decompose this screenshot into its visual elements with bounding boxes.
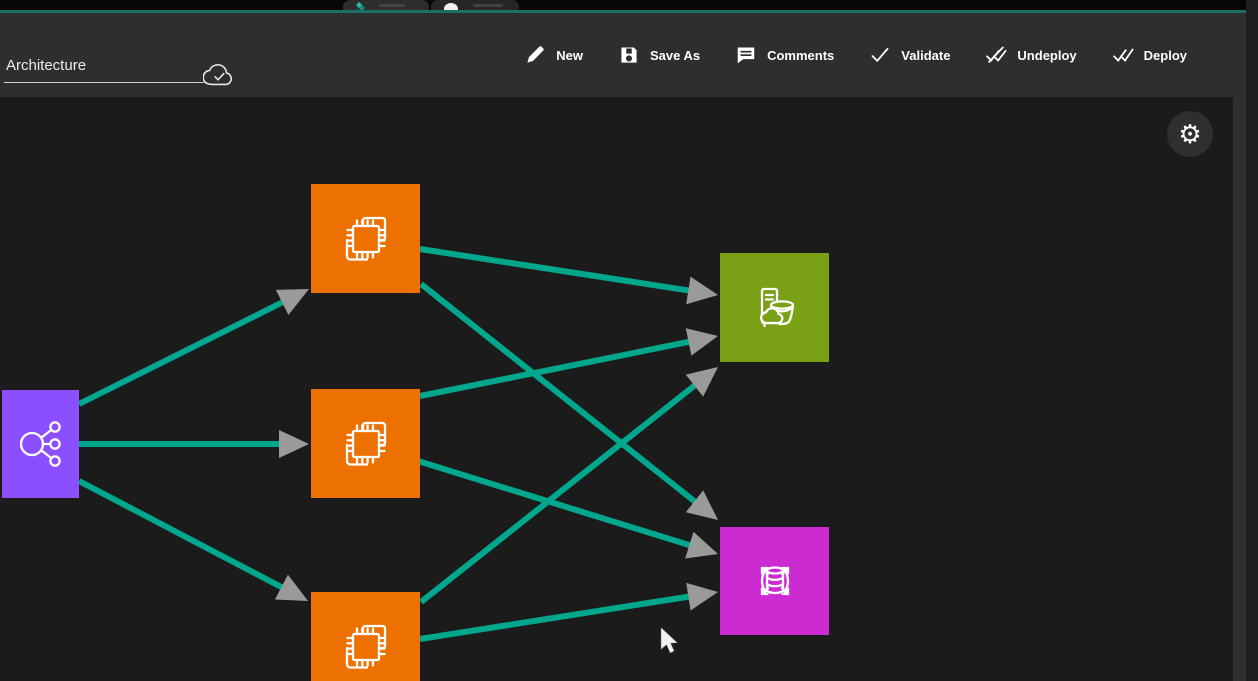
node-storage-bucket[interactable]: [720, 253, 829, 362]
toolbar-button-label: Deploy: [1144, 48, 1187, 63]
browser-tab-active[interactable]: [343, 0, 429, 10]
settings-button[interactable]: ⚙: [1167, 111, 1213, 157]
node-ec2-instance[interactable]: [311, 592, 420, 681]
node-scalable-database[interactable]: [720, 527, 829, 635]
edge-line: [421, 382, 699, 602]
edge-arrowhead: [685, 532, 718, 559]
edge-arrowhead: [686, 583, 718, 611]
toolbar-button-new[interactable]: New: [520, 38, 587, 72]
toolbar-button-label: Validate: [901, 48, 950, 63]
node-ec2-instance[interactable]: [311, 389, 420, 498]
node-elastic-load-balancer[interactable]: [2, 390, 79, 498]
edge-line: [418, 461, 695, 547]
node-ec2-instance[interactable]: [311, 184, 420, 293]
load-balancer-icon: [9, 412, 73, 476]
toolbar-button-comments[interactable]: Comments: [731, 38, 838, 72]
edge-line: [79, 300, 288, 404]
edge-arrowhead: [279, 430, 309, 458]
diagram-canvas[interactable]: ⚙: [0, 97, 1233, 681]
edge-arrowhead: [686, 277, 718, 305]
ec2-icon: [334, 207, 398, 271]
toolbar-button-label: New: [556, 48, 583, 63]
toolbar-button-label: Comments: [767, 48, 834, 63]
browser-tab-inactive[interactable]: [431, 0, 519, 10]
double-check-slash-icon: [985, 44, 1007, 66]
tab-title-cutoff: [379, 4, 405, 7]
avatar-icon: [443, 2, 459, 10]
diagram-title-input[interactable]: [4, 53, 204, 83]
ec2-icon: [334, 412, 398, 476]
toolbar-button-deploy[interactable]: Deploy: [1108, 38, 1191, 72]
toolbar-button-undeploy[interactable]: Undeploy: [981, 38, 1080, 72]
ec2-icon: [334, 615, 398, 679]
edge-line: [79, 481, 287, 590]
edge-arrowhead: [686, 328, 718, 355]
check-icon: [869, 44, 891, 66]
window-edge: [1246, 0, 1258, 681]
panel-edge: [1233, 13, 1246, 681]
app-window: { "header": { "tabs": [ { "icon": "teal-…: [0, 0, 1258, 681]
edge-line: [420, 596, 694, 639]
gear-icon: ⚙: [1178, 119, 1201, 150]
save-icon: [618, 44, 640, 66]
teal-diagram-icon: [356, 2, 365, 10]
browser-tab-strip: [0, 0, 1258, 10]
edge-layer: [0, 97, 1233, 681]
pencil-icon: [524, 44, 546, 66]
edge-line: [420, 249, 694, 291]
double-check-icon: [1112, 44, 1134, 66]
tab-title-cutoff: [473, 4, 503, 7]
toolbar-button-save-as[interactable]: Save As: [614, 38, 704, 72]
toolbar-button-label: Save As: [650, 48, 700, 63]
database-scale-icon: [743, 549, 807, 613]
toolbar-actions: New Save As Comments Validate Undeploy De…: [520, 13, 1191, 97]
toolbar-button-validate[interactable]: Validate: [865, 38, 954, 72]
comments-icon: [735, 44, 757, 66]
toolbar-button-label: Undeploy: [1017, 48, 1076, 63]
edge-line: [420, 341, 694, 396]
storage-icon: [743, 276, 807, 340]
cloud-check-icon: [203, 61, 235, 91]
diagram-toolbar: New Save As Comments Validate Undeploy De…: [0, 13, 1246, 97]
